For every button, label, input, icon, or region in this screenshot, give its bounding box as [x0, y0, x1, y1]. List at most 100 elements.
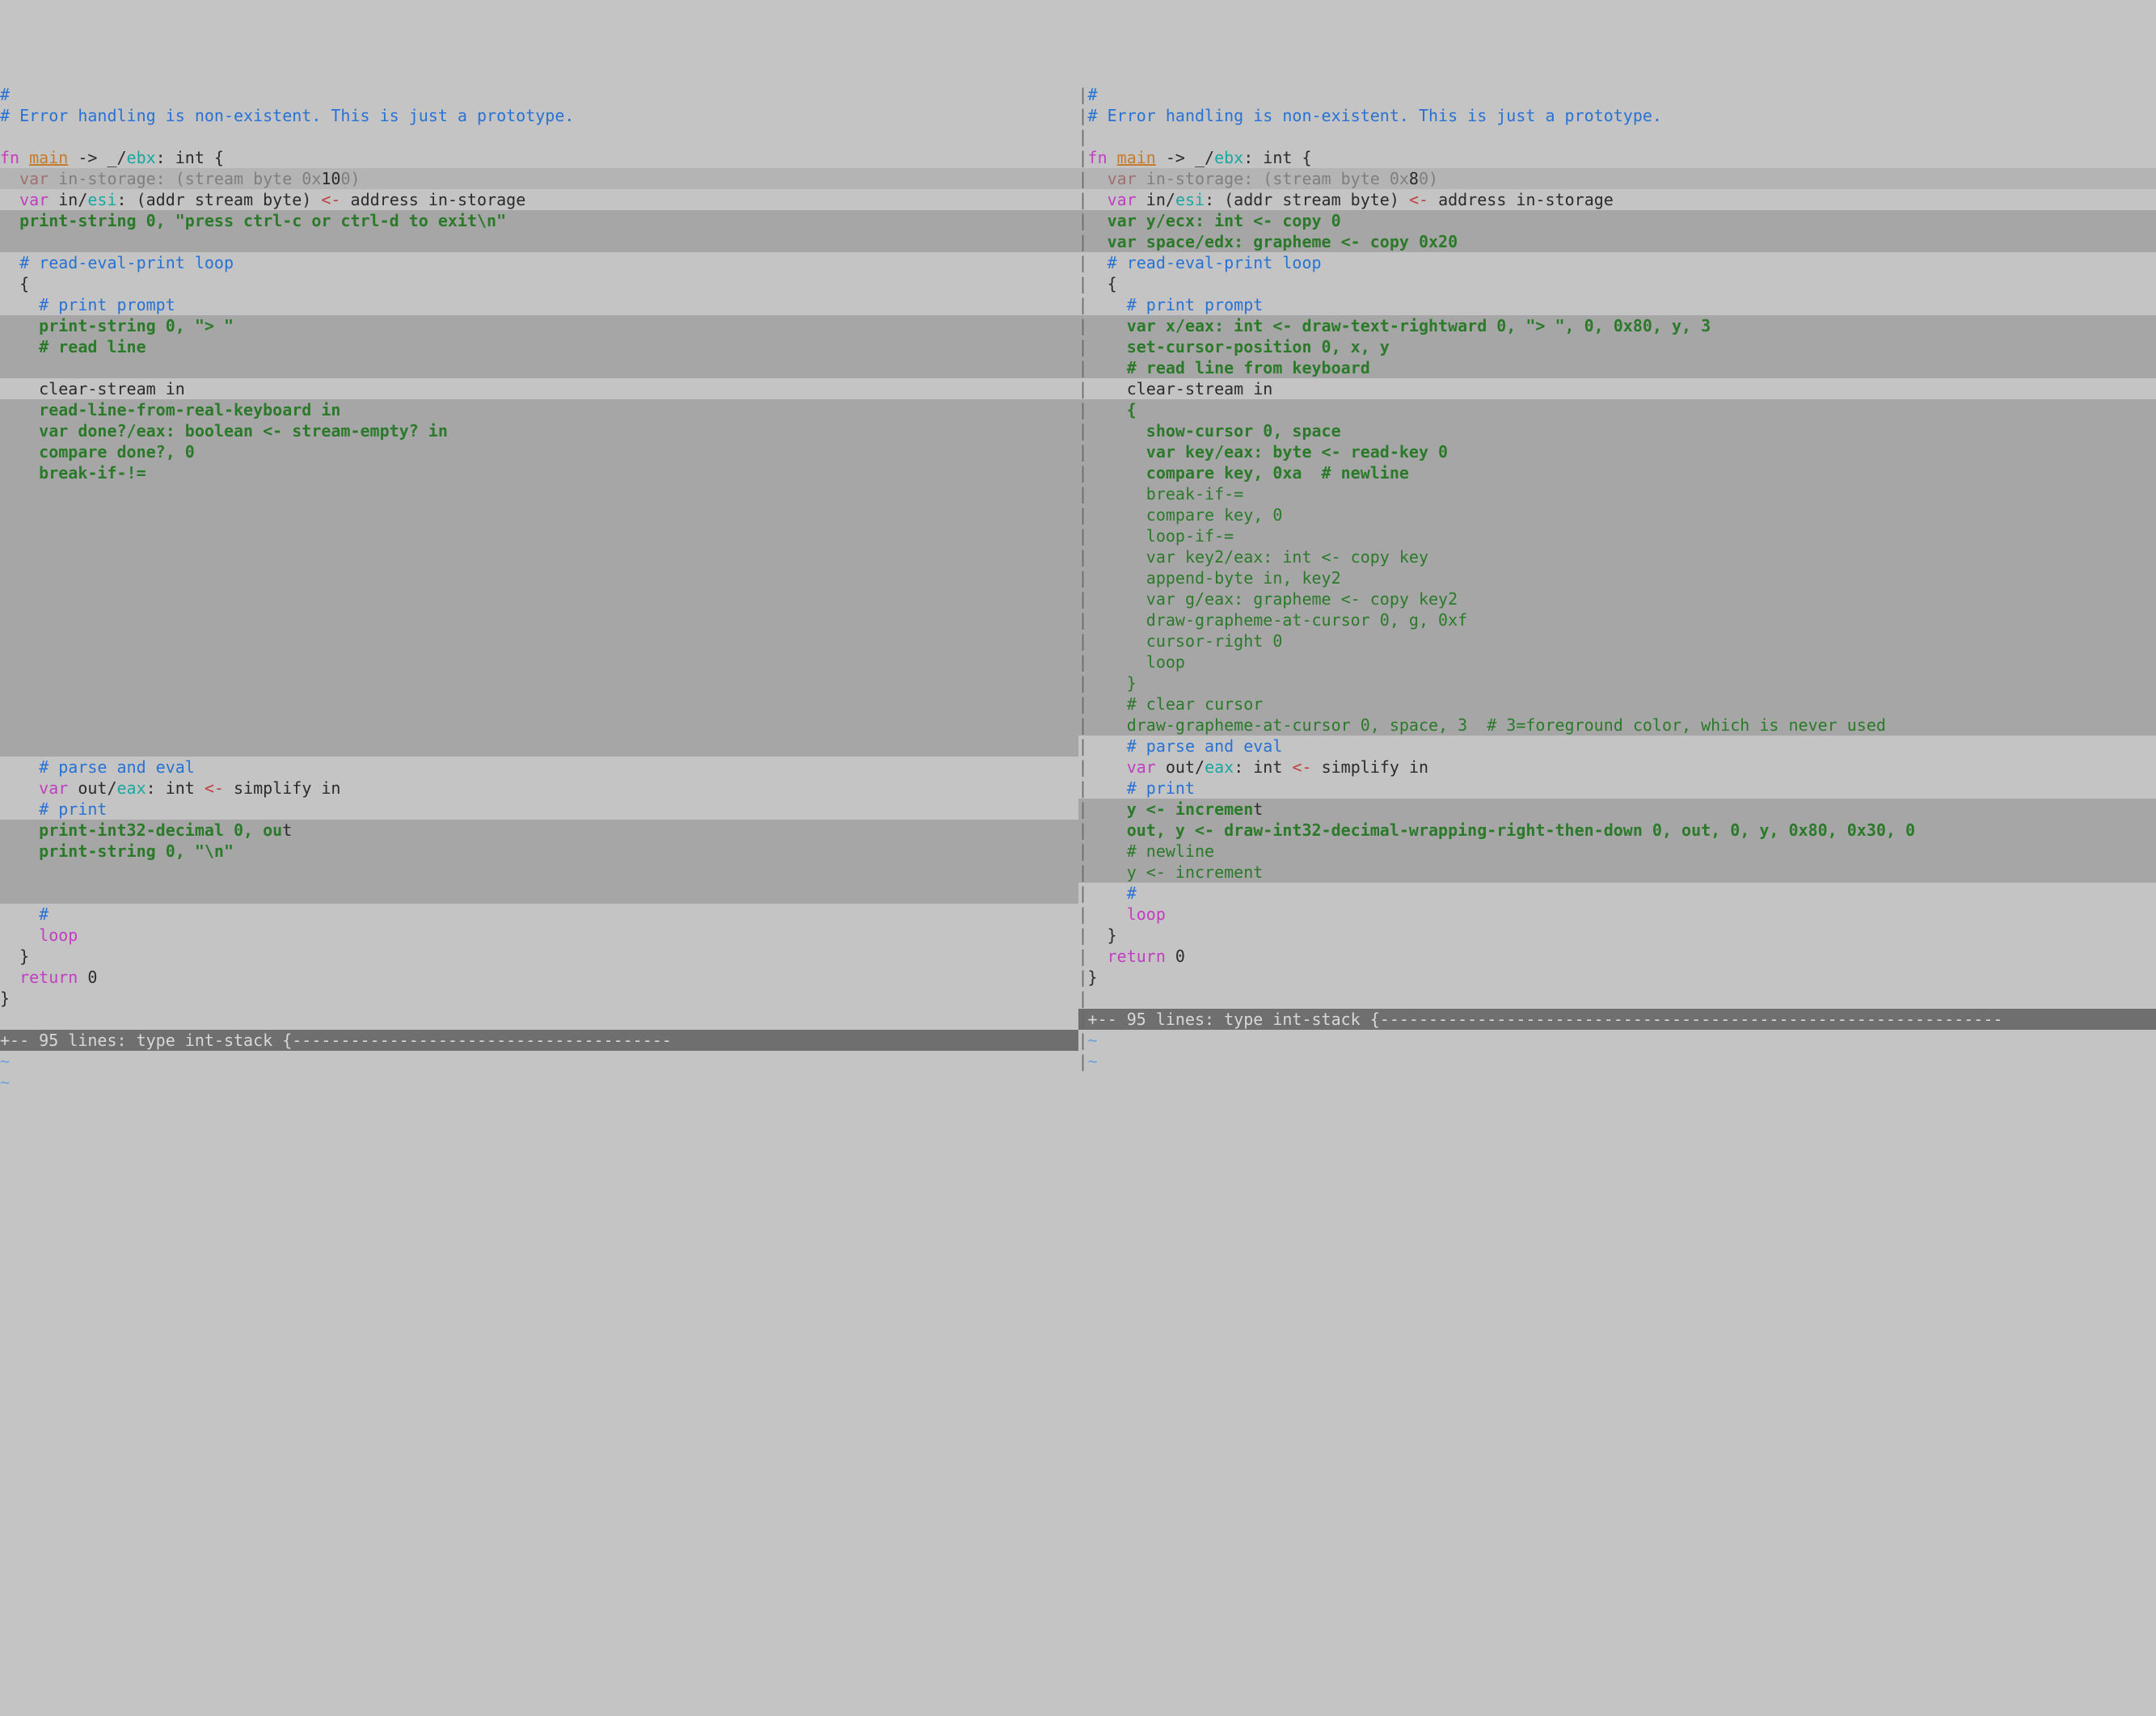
code-line[interactable]: | var key2/eax: int <- copy key [1078, 546, 2156, 567]
code-line[interactable]: read-line-from-real-keyboard in [0, 399, 1078, 420]
right-pane[interactable]: |#|# Error handling is non-existent. Thi… [1078, 84, 2156, 1611]
left-pane[interactable]: ## Error handling is non-existent. This … [0, 84, 1078, 1611]
code-line[interactable]: | show-cursor 0, space [1078, 420, 2156, 441]
code-line[interactable]: | var space/edx: grapheme <- copy 0x20 [1078, 231, 2156, 252]
code-line[interactable]: return 0 [0, 967, 1078, 988]
code-line[interactable]: | return 0 [1078, 946, 2156, 967]
code-line[interactable]: | { [1078, 399, 2156, 420]
code-line[interactable]: | draw-grapheme-at-cursor 0, space, 3 # … [1078, 715, 2156, 736]
code-line[interactable] [0, 357, 1078, 378]
code-line[interactable] [0, 483, 1078, 504]
code-line[interactable] [0, 715, 1078, 736]
code-line[interactable]: | break-if-= [1078, 483, 2156, 504]
code-line[interactable]: | } [1078, 672, 2156, 694]
code-line[interactable]: | [1078, 126, 2156, 147]
code-line[interactable]: | # clear cursor [1078, 694, 2156, 715]
code-line[interactable]: clear-stream in [0, 378, 1078, 399]
code-line[interactable] [0, 736, 1078, 757]
code-line[interactable]: | var x/eax: int <- draw-text-rightward … [1078, 315, 2156, 336]
code-line[interactable]: # print prompt [0, 294, 1078, 315]
code-line[interactable]: fn main -> _/ebx: int { [0, 147, 1078, 168]
code-line[interactable]: var done?/eax: boolean <- stream-empty? … [0, 420, 1078, 441]
code-line[interactable]: | # newline [1078, 841, 2156, 862]
code-line[interactable]: print-int32-decimal 0, out [0, 820, 1078, 841]
code-line[interactable]: | compare key, 0xa # newline [1078, 462, 2156, 483]
code-line[interactable]: | loop [1078, 651, 2156, 672]
code-line[interactable] [0, 651, 1078, 672]
code-line[interactable] [0, 694, 1078, 715]
code-line[interactable]: | var in-storage: (stream byte 0x80) [1078, 168, 2156, 189]
code-line[interactable]: |# Error handling is non-existent. This … [1078, 105, 2156, 126]
code-line[interactable]: | cursor-right 0 [1078, 630, 2156, 651]
code-line[interactable]: print-string 0, "press ctrl-c or ctrl-d … [0, 210, 1078, 231]
code-line[interactable]: | # print prompt [1078, 294, 2156, 315]
code-line[interactable]: print-string 0, "> " [0, 315, 1078, 336]
code-line[interactable]: |+-- 95 lines: type int-stack {---------… [1078, 1009, 2156, 1030]
token: 0 [1166, 947, 1185, 966]
code-line[interactable] [0, 1009, 1078, 1030]
code-line[interactable]: |fn main -> _/ebx: int { [1078, 147, 2156, 168]
code-line[interactable]: | y <- increment [1078, 862, 2156, 883]
code-line[interactable]: # read line [0, 336, 1078, 357]
code-line[interactable]: | append-byte in, key2 [1078, 567, 2156, 588]
code-line[interactable]: | set-cursor-position 0, x, y [1078, 336, 2156, 357]
code-line[interactable]: } [0, 946, 1078, 967]
code-line[interactable] [0, 231, 1078, 252]
code-line[interactable]: | y <- increment [1078, 799, 2156, 820]
code-line[interactable]: | loop-if-= [1078, 525, 2156, 546]
token: 0) [340, 169, 360, 188]
code-line[interactable] [0, 525, 1078, 546]
code-line[interactable]: } [0, 988, 1078, 1009]
code-line[interactable]: | clear-stream in [1078, 378, 2156, 399]
code-line[interactable]: # [0, 84, 1078, 105]
token: +-- 95 lines: type int-stack {----------… [1088, 1010, 2003, 1029]
code-line[interactable]: | # read-eval-print loop [1078, 252, 2156, 273]
code-line[interactable]: | # [1078, 883, 2156, 904]
code-line[interactable]: | [1078, 988, 2156, 1009]
code-line[interactable]: | var g/eax: grapheme <- copy key2 [1078, 588, 2156, 609]
code-line[interactable]: | var in/esi: (addr stream byte) <- addr… [1078, 189, 2156, 210]
code-line[interactable]: loop [0, 925, 1078, 946]
code-line[interactable]: var in-storage: (stream byte 0x100) [0, 168, 1078, 189]
code-line[interactable]: print-string 0, "\n" [0, 841, 1078, 862]
code-line[interactable]: # Error handling is non-existent. This i… [0, 105, 1078, 126]
code-line[interactable]: | var y/ecx: int <- copy 0 [1078, 210, 2156, 231]
code-line[interactable] [0, 504, 1078, 525]
code-line[interactable]: ~ [0, 1072, 1078, 1093]
code-line[interactable]: compare done?, 0 [0, 441, 1078, 462]
code-line[interactable]: var in/esi: (addr stream byte) <- addres… [0, 189, 1078, 210]
code-line[interactable]: | # print [1078, 778, 2156, 799]
code-line[interactable] [0, 126, 1078, 147]
code-line[interactable]: | loop [1078, 904, 2156, 925]
code-line[interactable]: | draw-grapheme-at-cursor 0, g, 0xf [1078, 609, 2156, 630]
code-line[interactable]: # parse and eval [0, 757, 1078, 778]
code-line[interactable] [0, 546, 1078, 567]
code-line[interactable]: # read-eval-print loop [0, 252, 1078, 273]
code-line[interactable] [0, 567, 1078, 588]
code-line[interactable]: | } [1078, 925, 2156, 946]
code-line[interactable]: | { [1078, 273, 2156, 294]
code-line[interactable] [0, 609, 1078, 630]
code-line[interactable] [0, 862, 1078, 883]
code-line[interactable]: # [0, 904, 1078, 925]
code-line[interactable] [0, 672, 1078, 694]
code-line[interactable]: | var key/eax: byte <- read-key 0 [1078, 441, 2156, 462]
code-line[interactable]: | out, y <- draw-int32-decimal-wrapping-… [1078, 820, 2156, 841]
code-line[interactable]: | # parse and eval [1078, 736, 2156, 757]
code-line[interactable]: | compare key, 0 [1078, 504, 2156, 525]
code-line[interactable]: break-if-!= [0, 462, 1078, 483]
code-line[interactable]: +-- 95 lines: type int-stack {----------… [0, 1030, 1078, 1051]
code-line[interactable]: | # read line from keyboard [1078, 357, 2156, 378]
code-line[interactable]: { [0, 273, 1078, 294]
code-line[interactable]: ~ [0, 1051, 1078, 1072]
code-line[interactable]: |~ [1078, 1051, 2156, 1072]
code-line[interactable]: # print [0, 799, 1078, 820]
code-line[interactable]: |} [1078, 967, 2156, 988]
code-line[interactable]: var out/eax: int <- simplify in [0, 778, 1078, 799]
code-line[interactable] [0, 630, 1078, 651]
code-line[interactable]: |# [1078, 84, 2156, 105]
code-line[interactable] [0, 588, 1078, 609]
code-line[interactable]: |~ [1078, 1030, 2156, 1051]
code-line[interactable] [0, 883, 1078, 904]
code-line[interactable]: | var out/eax: int <- simplify in [1078, 757, 2156, 778]
